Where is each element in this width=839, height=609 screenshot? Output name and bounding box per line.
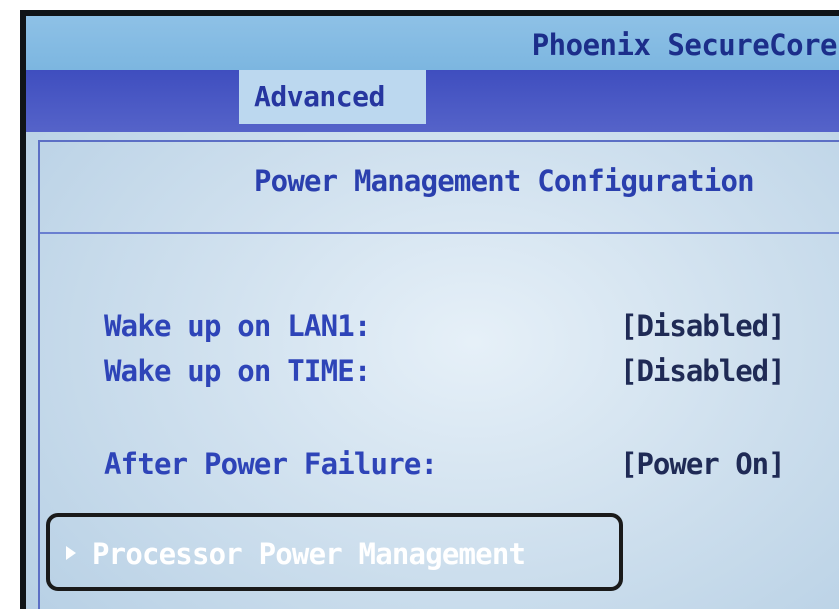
setting-value-wake-time[interactable]: [Disabled] bbox=[620, 353, 786, 389]
bios-title: Phoenix SecureCore bbox=[531, 28, 838, 62]
triangle-right-icon bbox=[66, 546, 76, 560]
setting-value-wake-lan[interactable]: [Disabled] bbox=[620, 308, 786, 344]
submenu-processor-power-management[interactable]: Processor Power Management bbox=[66, 536, 526, 572]
title-bar: Phoenix SecureCore bbox=[26, 16, 839, 70]
screenshot: Phoenix SecureCore Advanced Power Manage… bbox=[0, 0, 839, 609]
bios-screen: Phoenix SecureCore Advanced Power Manage… bbox=[26, 16, 839, 609]
tab-bar: Advanced bbox=[26, 70, 839, 132]
submenu-label: Processor Power Management bbox=[92, 537, 526, 571]
setting-value-after-power-failure[interactable]: [Power On] bbox=[620, 446, 786, 482]
setting-label-after-power-failure[interactable]: After Power Failure: bbox=[104, 446, 438, 482]
setting-label-wake-time[interactable]: Wake up on TIME: bbox=[104, 353, 371, 389]
tab-ghost-mark bbox=[76, 96, 136, 106]
heading-divider bbox=[40, 232, 839, 234]
page-title: Power Management Configuration bbox=[254, 164, 755, 198]
tab-advanced[interactable]: Advanced bbox=[239, 70, 426, 124]
setting-label-wake-lan[interactable]: Wake up on LAN1: bbox=[104, 308, 371, 344]
